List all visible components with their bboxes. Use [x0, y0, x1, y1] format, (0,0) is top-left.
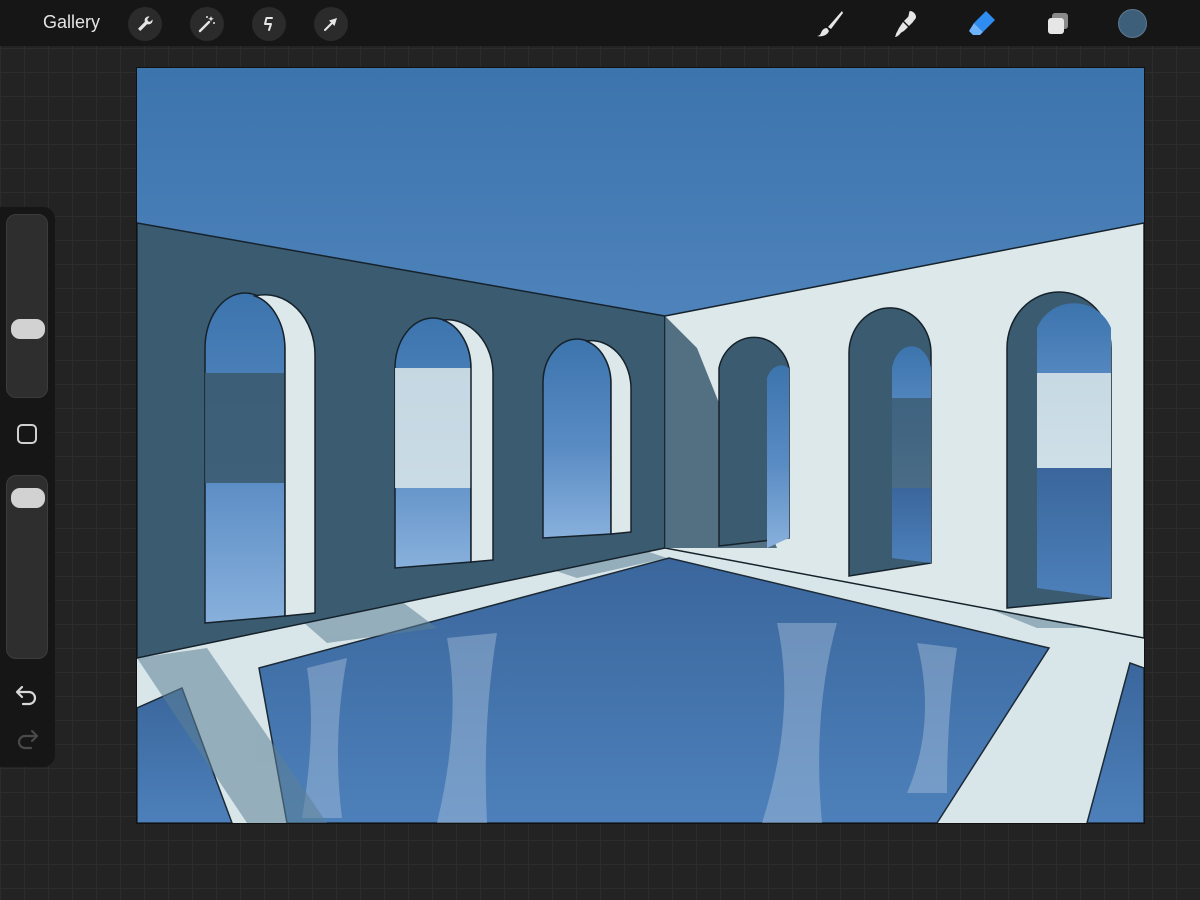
- transform-button[interactable]: [314, 7, 348, 41]
- brush-size-slider[interactable]: [6, 214, 48, 398]
- wrench-icon: [138, 16, 153, 31]
- drawing-canvas[interactable]: [137, 68, 1144, 823]
- top-toolbar: Gallery: [0, 0, 1200, 46]
- selection-button[interactable]: [252, 7, 286, 41]
- layers-icon: [1048, 13, 1068, 34]
- selection-icon: [264, 17, 273, 31]
- magic-wand-icon: [198, 16, 215, 33]
- left-sidebar: [0, 207, 55, 767]
- smudge-icon: [895, 11, 916, 37]
- redo-icon: [17, 729, 39, 750]
- transform-arrow-icon: [324, 18, 337, 31]
- undo-icon: [15, 685, 37, 706]
- eraser-icon: [969, 11, 995, 35]
- opacity-thumb[interactable]: [11, 487, 45, 508]
- brush-size-thumb[interactable]: [11, 319, 45, 340]
- adjustments-button[interactable]: [190, 7, 224, 41]
- paint-tool-button[interactable]: [812, 6, 848, 42]
- opacity-slider[interactable]: [6, 475, 48, 659]
- actions-button[interactable]: [128, 7, 162, 41]
- smudge-tool-button[interactable]: [888, 6, 924, 42]
- brush-icon: [817, 11, 843, 37]
- color-swatch[interactable]: [1118, 9, 1147, 38]
- redo-button[interactable]: [13, 725, 41, 751]
- gallery-button[interactable]: Gallery: [43, 12, 100, 33]
- modifier-square-icon[interactable]: [17, 424, 37, 444]
- eraser-tool-button[interactable]: [964, 6, 1000, 42]
- layers-button[interactable]: [1040, 6, 1076, 42]
- undo-button[interactable]: [13, 681, 41, 707]
